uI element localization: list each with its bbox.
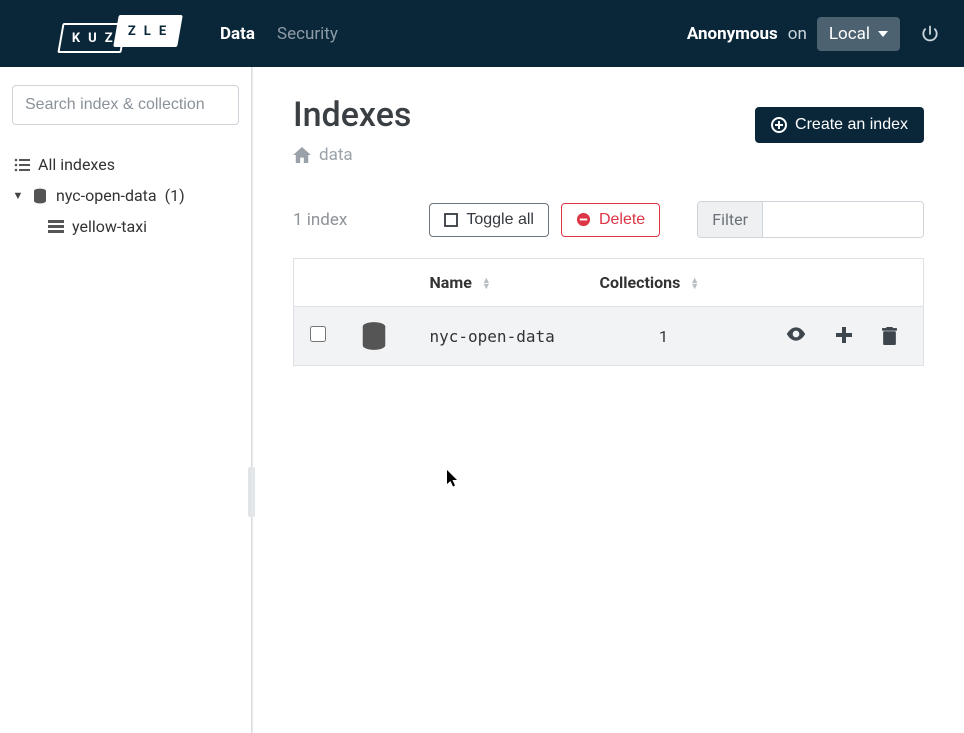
- col-icon: [344, 259, 414, 307]
- sort-icon: ▲▼: [690, 278, 699, 290]
- breadcrumb-item: data: [319, 145, 353, 165]
- user-on: on: [788, 24, 807, 44]
- col-name-label: Name: [430, 273, 472, 292]
- breadcrumb[interactable]: data: [293, 145, 411, 165]
- delete-label: Delete: [599, 211, 645, 229]
- index-tree: All indexes ▼ nyc-open-data (1): [12, 149, 239, 242]
- create-index-label: Create an index: [795, 116, 908, 134]
- brand-left: KUZ: [72, 30, 121, 45]
- all-indexes-row[interactable]: All indexes: [12, 149, 239, 180]
- indexes-table: Name ▲▼ Collections ▲▼: [293, 258, 924, 366]
- search-input[interactable]: [12, 85, 239, 125]
- row-name: nyc-open-data: [414, 307, 584, 366]
- sidebar-collection-row[interactable]: yellow-taxi: [12, 211, 239, 242]
- toggle-all-button[interactable]: Toggle all: [429, 203, 549, 237]
- row-checkbox[interactable]: [310, 326, 326, 342]
- brand-right: ZLE: [128, 23, 174, 38]
- table-row[interactable]: nyc-open-data 1: [294, 307, 924, 366]
- home-icon: [293, 147, 311, 163]
- sidebar-index-row[interactable]: ▼ nyc-open-data (1): [12, 180, 239, 211]
- col-name[interactable]: Name ▲▼: [414, 259, 584, 307]
- page-title: Indexes: [293, 95, 411, 135]
- col-collections[interactable]: Collections ▲▼: [584, 259, 744, 307]
- plus-icon[interactable]: [836, 327, 852, 345]
- brand-logo: ZLE KUZ: [60, 15, 180, 53]
- all-indexes-label: All indexes: [38, 155, 115, 174]
- nav-security[interactable]: Security: [277, 24, 338, 44]
- sidebar-index-name: nyc-open-data: [56, 186, 157, 205]
- search-box: [12, 85, 239, 125]
- sort-icon: ▲▼: [482, 278, 491, 290]
- create-index-button[interactable]: Create an index: [755, 107, 924, 143]
- square-icon: [444, 213, 458, 227]
- filter-label: Filter: [698, 202, 763, 237]
- sidebar: All indexes ▼ nyc-open-data (1): [0, 67, 252, 733]
- col-collections-label: Collections: [600, 273, 681, 292]
- database-icon: [360, 321, 398, 351]
- power-icon[interactable]: [920, 24, 940, 44]
- index-count: 1 index: [293, 210, 347, 230]
- brand[interactable]: ZLE KUZ: [0, 15, 220, 53]
- toolbar: 1 index Toggle all Delete Filter: [293, 201, 924, 238]
- col-actions: [744, 259, 924, 307]
- env-select[interactable]: Local: [817, 17, 900, 51]
- trash-icon[interactable]: [882, 327, 897, 345]
- sidebar-collection-name: yellow-taxi: [72, 217, 147, 236]
- env-label: Local: [829, 24, 870, 44]
- nav-data[interactable]: Data: [220, 24, 255, 44]
- topbar-right: Anonymous on Local: [687, 17, 940, 51]
- chevron-down-icon: [878, 31, 888, 37]
- filter-input[interactable]: [763, 202, 923, 237]
- topbar: ZLE KUZ Data Security Anonymous on Local: [0, 0, 964, 67]
- filter-group: Filter: [697, 201, 924, 238]
- caret-down-icon: ▼: [12, 189, 24, 202]
- user-name: Anonymous: [687, 24, 778, 44]
- collection-icon: [48, 220, 64, 233]
- toggle-all-label: Toggle all: [466, 211, 534, 229]
- sidebar-index-count: (1): [165, 186, 185, 205]
- database-icon: [32, 188, 48, 204]
- col-checkbox: [294, 259, 344, 307]
- list-icon: [14, 158, 30, 172]
- row-collections: 1: [584, 307, 744, 366]
- plus-circle-icon: [771, 117, 787, 133]
- main: Indexes data Create an index: [252, 67, 964, 733]
- nav-links: Data Security: [220, 24, 338, 44]
- minus-circle-icon: [576, 212, 591, 227]
- delete-button[interactable]: Delete: [561, 203, 660, 237]
- view-icon[interactable]: [786, 327, 806, 345]
